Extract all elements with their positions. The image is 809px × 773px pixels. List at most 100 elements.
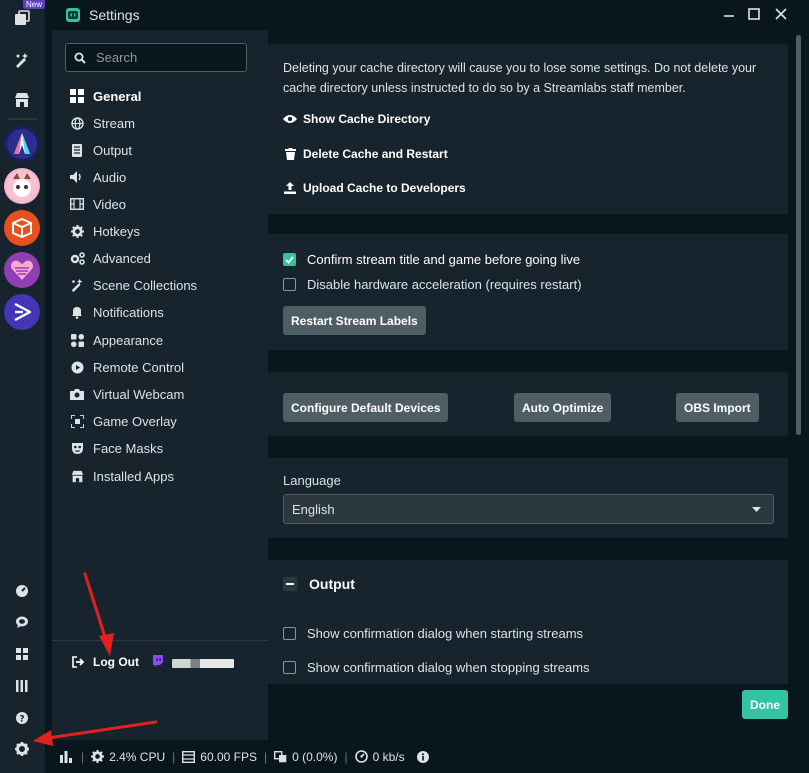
search-input[interactable] [94,49,238,66]
stop-confirm-row: Show confirmation dialog when stopping s… [283,660,590,675]
obs-import-button[interactable]: OBS Import [676,393,759,422]
cpu-icon [91,750,105,763]
upload-cache-label: Upload Cache to Developers [303,181,466,195]
language-section: Language English [268,458,788,538]
store-icon[interactable] [10,88,34,112]
restart-stream-labels-button[interactable]: Restart Stream Labels [283,306,426,335]
nav-item-notifications[interactable]: Notifications [69,301,164,323]
nav-item-label: Hotkeys [93,223,140,239]
nav-item-stream[interactable]: Stream [69,112,135,134]
stop-confirm-checkbox[interactable] [283,661,296,674]
close-button[interactable] [768,3,794,25]
logout-button[interactable]: Log Out [72,655,139,669]
output-section: Output Show confirmation dialog when sta… [268,560,788,684]
maximize-button[interactable] [741,3,767,25]
language-label: Language [283,473,341,488]
disable-hw-row: Disable hardware acceleration (requires … [283,277,582,292]
app-a-icon[interactable] [4,126,40,162]
done-button[interactable]: Done [742,690,788,719]
bandwidth-value: 0 kb/s [372,749,405,764]
eye-icon [283,112,297,126]
nav-item-appearance[interactable]: Appearance [69,329,163,351]
nav-item-label: Installed Apps [93,468,174,484]
language-select[interactable]: English [283,494,774,524]
auto-optimize-button[interactable]: Auto Optimize [514,393,612,422]
minimize-button[interactable] [716,3,742,25]
layout-icon[interactable] [10,642,34,666]
upload-icon [283,181,297,195]
camera-icon [69,386,85,402]
upload-cache-link[interactable]: Upload Cache to Developers [283,181,466,195]
themes-icon[interactable] [10,48,34,72]
output-title: Output [309,576,355,592]
info-icon[interactable] [416,750,429,763]
window-title: Settings [89,7,140,23]
configure-default-devices-button[interactable]: Configure Default Devices [283,393,449,422]
disable-hw-checkbox[interactable] [283,278,296,291]
nav-item-audio[interactable]: Audio [69,166,126,188]
collapse-output-button[interactable] [283,577,297,591]
nav-item-label: Advanced [93,250,151,266]
settings-content: Deleting your cache directory will cause… [268,30,798,684]
settings-icon[interactable] [10,737,34,761]
search-box[interactable] [65,43,247,72]
frames-icon [274,750,287,762]
cpu-stat: 2.4% CPU [91,750,165,764]
fps-stat: 60.00 FPS [182,750,257,764]
confirm-title-label: Confirm stream title and game before goi… [307,252,581,267]
separator: | [263,749,268,764]
nav-item-advanced[interactable]: Advanced [69,247,151,269]
bandwidth-stat: 0 kb/s [354,749,405,764]
nav-item-installed-apps[interactable]: Installed Apps [69,465,174,487]
show-cache-directory-link[interactable]: Show Cache Directory [283,112,430,126]
start-confirm-checkbox[interactable] [283,627,296,640]
speaker-icon [69,169,85,185]
chat-icon[interactable] [10,610,34,634]
confirm-title-row: Confirm stream title and game before goi… [283,252,580,267]
stop-confirm-label: Show confirmation dialog when stopping s… [307,660,590,675]
nav-item-face-masks[interactable]: Face Masks [69,437,163,459]
search-icon [74,52,86,64]
nav-item-hotkeys[interactable]: Hotkeys [69,220,140,242]
nav-item-virtual-webcam[interactable]: Virtual Webcam [69,383,184,405]
globe-icon [69,115,85,131]
performance-chart-icon[interactable] [60,750,74,763]
app-heart-icon[interactable] [4,252,40,288]
nav-item-label: Appearance [93,332,164,348]
library-icon[interactable] [10,674,34,698]
nav-item-label: Game Overlay [93,413,177,429]
content-scrollbar[interactable] [796,35,801,435]
editor-icon[interactable] [10,6,34,30]
redacted-username [172,659,234,668]
app-avatar-icon[interactable] [4,168,40,204]
cache-section: Deleting your cache directory will cause… [268,44,788,214]
palette-icon [69,332,85,348]
rail-divider [8,118,37,120]
nav-item-video[interactable]: Video [69,193,126,215]
disable-hw-label: Disable hardware acceleration (requires … [307,277,582,292]
nav-item-label: Stream [93,115,135,131]
svg-text:?: ? [19,715,24,725]
play-circle-icon [69,359,85,375]
nav-item-remote-control[interactable]: Remote Control [69,356,184,378]
nav-item-general[interactable]: General [69,85,141,107]
app-play-icon[interactable] [4,294,40,330]
nav-item-scene-collections[interactable]: Scene Collections [69,274,197,296]
separator: | [172,749,176,764]
speedometer-icon [354,750,368,763]
dashboard-icon[interactable] [10,579,34,603]
app-box-icon[interactable] [4,210,40,246]
scenes-icon [69,277,85,293]
nav-item-game-overlay[interactable]: Game Overlay [69,410,177,432]
language-value: English [292,501,335,517]
separator: | [344,749,348,764]
film-icon [182,750,196,763]
delete-cache-link[interactable]: Delete Cache and Restart [283,147,448,161]
chevron-down-icon [752,507,761,512]
cogs-icon [69,250,85,266]
fps-value: 60.00 FPS [200,749,257,764]
confirm-title-checkbox[interactable] [283,253,296,266]
help-icon[interactable]: ? [10,706,34,730]
separator: | [81,749,85,764]
nav-item-output[interactable]: Output [69,139,132,161]
